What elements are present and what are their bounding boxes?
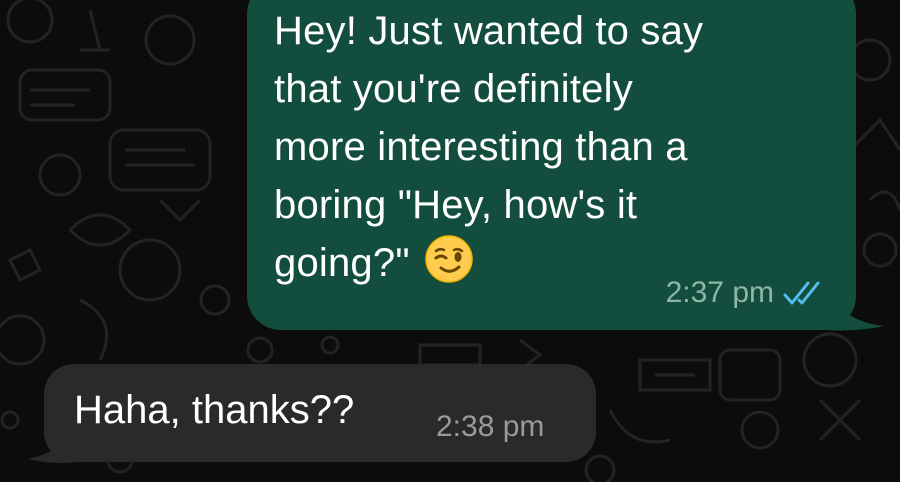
- message-line: going?": [274, 241, 410, 285]
- outgoing-message-text: Hey! Just wanted to say that you're defi…: [274, 2, 834, 292]
- message-line: boring "Hey, how's it: [274, 183, 638, 227]
- read-double-tick-icon: [783, 281, 820, 305]
- incoming-message-text: Haha, thanks??: [74, 388, 355, 432]
- outgoing-bubble-tail: [826, 292, 884, 331]
- incoming-message-bubble[interactable]: Haha, thanks?? 2:38 pm: [44, 364, 596, 462]
- message-line: Hey! Just wanted to say: [274, 9, 704, 53]
- message-line: that you're definitely: [274, 67, 633, 111]
- incoming-bubble-tail: [28, 425, 76, 463]
- outgoing-message-bubble[interactable]: Hey! Just wanted to say that you're defi…: [247, 0, 856, 330]
- incoming-timestamp: 2:38 pm: [436, 410, 545, 443]
- outgoing-message-meta: 2:37 pm: [666, 276, 826, 310]
- winking-face-emoji-icon: [424, 235, 473, 283]
- message-line: more interesting than a: [274, 125, 688, 169]
- outgoing-timestamp: 2:37 pm: [665, 276, 774, 309]
- chat-area: Hey! Just wanted to say that you're defi…: [0, 0, 900, 482]
